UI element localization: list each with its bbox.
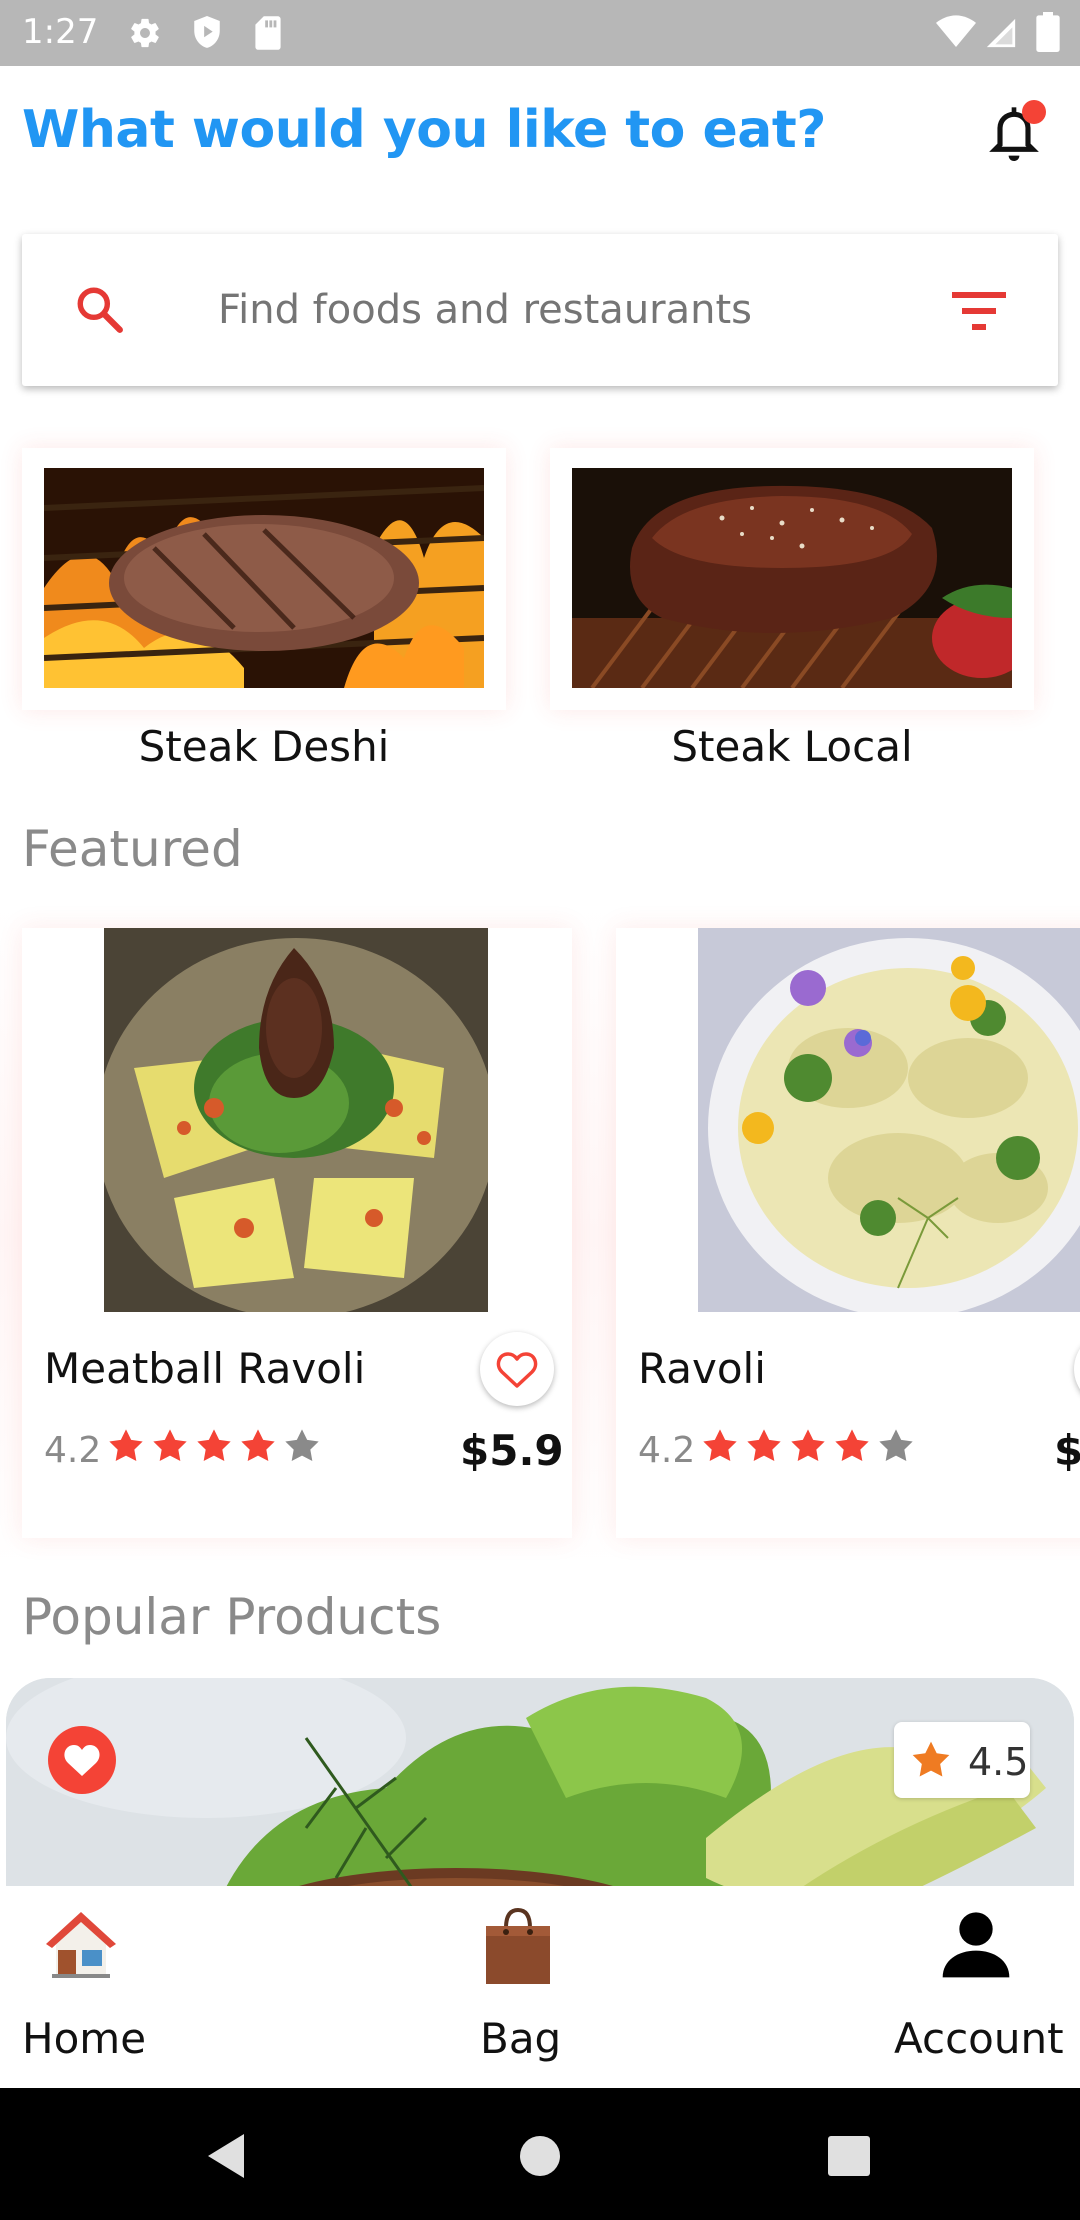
category-image [44,468,484,688]
rating-value: 4.5 [968,1740,1029,1784]
category-card-steak-local[interactable] [550,448,1034,710]
star-filled-icon [703,1429,737,1461]
rating-badge: 4.5 [894,1722,1030,1798]
star-filled-icon [197,1429,231,1461]
nav-label: Account [894,2014,1064,2063]
star-filled-icon [109,1429,143,1461]
star-filled-icon [791,1429,825,1461]
favorite-button[interactable] [480,1332,554,1406]
favorite-button[interactable] [48,1726,116,1794]
star-filled-icon [835,1429,869,1461]
category-image [572,468,1012,688]
category-label: Steak Local [671,722,913,771]
section-title-featured: Featured [22,820,243,878]
section-title-popular: Popular Products [22,1588,442,1646]
home-circle-icon[interactable] [518,2134,562,2178]
heart-outline-icon [1074,1332,1080,1406]
featured-name: Meatball Ravoli [44,1344,366,1393]
home-icon [46,1912,116,1978]
grilled-steak-image [44,468,484,688]
gear-icon [131,18,159,48]
category-card-steak-deshi[interactable] [22,448,506,710]
featured-card[interactable]: Ravoli 4.2 $ [616,928,1080,1538]
nav-item-home[interactable]: Home [0,1886,170,2088]
rating-value: 4.2 [44,1430,102,1471]
recents-icon[interactable] [828,2136,870,2176]
nav-label: Bag [480,2014,562,2063]
favorite-button[interactable] [1074,1332,1080,1406]
ravioli-cream-image [698,928,1080,1312]
search-input[interactable] [218,272,918,348]
featured-name: Ravoli [638,1344,766,1393]
bag-icon [486,1907,550,1984]
search-bar[interactable] [22,234,1058,386]
signal-icon [986,18,1016,48]
plated-steak-image [572,468,1012,688]
price: $ [1054,1426,1080,1475]
star-filled-icon [747,1429,781,1461]
meatball-ravioli-image [104,928,488,1312]
price: $5.9 [460,1426,564,1475]
account-icon [942,1912,1010,1978]
featured-image [698,928,1080,1312]
page-title: What would you like to eat? [22,100,826,160]
notification-dot [1022,100,1046,124]
star-empty-icon [879,1429,913,1461]
featured-card[interactable]: Meatball Ravoli 4.2 $5.9 [22,928,572,1538]
category-label: Steak Deshi [138,722,390,771]
nav-item-account[interactable]: Account [880,1886,1080,2088]
star-empty-icon [285,1429,319,1461]
battery-icon [1036,12,1060,52]
status-time: 1:27 [22,12,99,52]
back-icon[interactable] [204,2132,248,2180]
shield-play-icon [194,16,220,48]
star-filled-icon [241,1429,275,1461]
app-screen: 1:27 What would you like to eat? Find fo… [0,0,1080,2220]
heart-filled-icon [64,1745,100,1776]
system-navigation-bar [0,2088,1080,2220]
bottom-navigation: Home Bag Account [0,1886,1080,2088]
wifi-icon [936,15,976,48]
featured-image [104,928,488,1312]
star-icon [912,1741,950,1777]
star-filled-icon [153,1429,187,1461]
search-icon[interactable] [74,284,124,334]
nav-label: Home [22,2014,147,2063]
heart-outline-icon [496,1352,538,1388]
status-bar: 1:27 [0,0,1080,66]
nav-item-bag[interactable]: Bag [440,1886,640,2088]
filter-icon[interactable] [952,290,1006,330]
sd-card-icon [255,16,281,50]
rating-value: 4.2 [638,1430,696,1471]
